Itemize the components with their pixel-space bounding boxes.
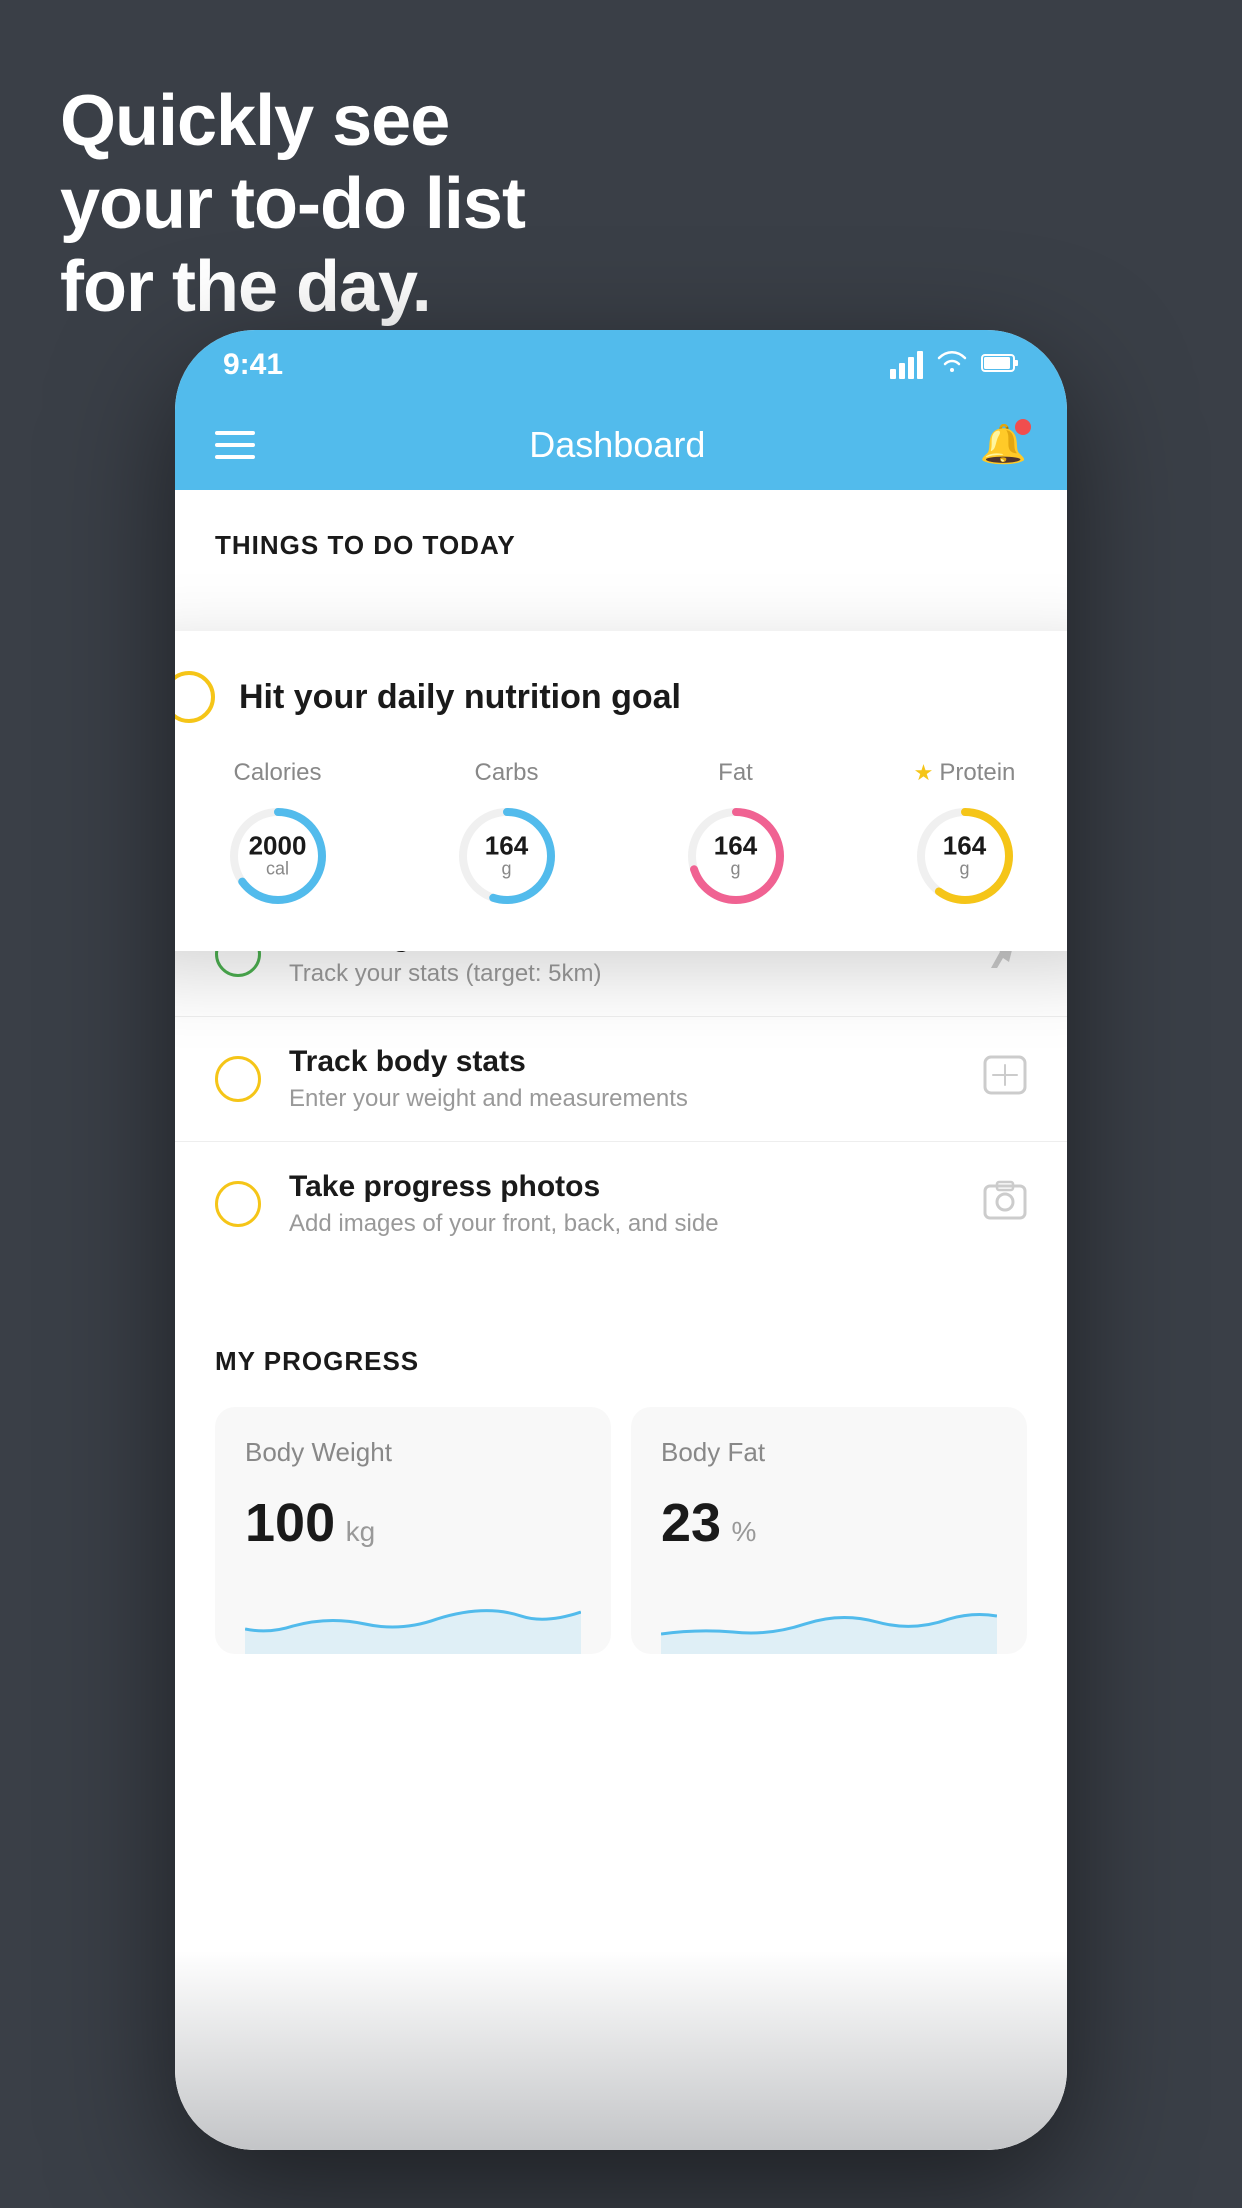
progress-photos-subtitle: Add images of your front, back, and side [289, 1210, 955, 1238]
calories-unit: cal [249, 859, 307, 880]
body-weight-value: 100 [245, 1492, 335, 1554]
calories-label: Calories [233, 759, 321, 787]
body-fat-chart [661, 1574, 997, 1654]
carbs-ring: Carbs 164 g [452, 759, 562, 911]
progress-photos-title: Take progress photos [289, 1170, 955, 1204]
phone-frame: 9:41 [175, 330, 1067, 2150]
hero-line3: for the day. [60, 246, 525, 329]
hero-line1: Quickly see [60, 80, 525, 163]
body-weight-card[interactable]: Body Weight 100 kg [215, 1407, 611, 1654]
battery-icon [981, 348, 1019, 382]
body-fat-card-title: Body Fat [661, 1437, 997, 1468]
fat-label: Fat [718, 759, 753, 787]
app-header: Dashboard 🔔 [175, 400, 1067, 490]
fat-ring-wrapper: 164 g [681, 801, 791, 911]
calories-value: 2000 [249, 833, 307, 859]
body-stats-info: Track body stats Enter your weight and m… [289, 1045, 955, 1113]
hero-text: Quickly see your to-do list for the day. [60, 80, 525, 328]
nutrition-rings: Calories 2000 cal [175, 759, 1067, 911]
content-area: THINGS TO DO TODAY Hit your daily nutrit… [175, 490, 1067, 2150]
progress-section-title: MY PROGRESS [215, 1346, 1027, 1377]
status-bar: 9:41 [175, 330, 1067, 400]
status-icons [890, 348, 1019, 382]
body-fat-value: 23 [661, 1492, 721, 1554]
protein-value: 164 [943, 833, 986, 859]
notification-dot [1015, 419, 1031, 435]
fat-value: 164 [714, 833, 757, 859]
calories-ring: Calories 2000 cal [223, 759, 333, 911]
progress-photos-checkbox[interactable] [215, 1181, 261, 1227]
body-weight-chart [245, 1574, 581, 1654]
todo-item-progress-photos[interactable]: Take progress photos Add images of your … [175, 1141, 1067, 1266]
body-weight-card-title: Body Weight [245, 1437, 581, 1468]
fat-ring: Fat 164 g [681, 759, 791, 911]
nutrition-card: Hit your daily nutrition goal Calories [175, 631, 1067, 951]
menu-button[interactable] [215, 431, 255, 459]
carbs-ring-wrapper: 164 g [452, 801, 562, 911]
wifi-icon [937, 350, 967, 381]
section-title: THINGS TO DO TODAY [175, 490, 1067, 581]
calories-ring-wrapper: 2000 cal [223, 801, 333, 911]
protein-ring-wrapper: 164 g [910, 801, 1020, 911]
body-stats-checkbox[interactable] [215, 1056, 261, 1102]
carbs-value-wrapper: 164 g [485, 833, 528, 880]
hero-line2: your to-do list [60, 163, 525, 246]
status-time: 9:41 [223, 348, 283, 382]
header-title: Dashboard [529, 424, 705, 466]
protein-label: ★ Protein [914, 759, 1016, 787]
progress-cards: Body Weight 100 kg [215, 1407, 1027, 1654]
todo-item-body-stats[interactable]: Track body stats Enter your weight and m… [175, 1016, 1067, 1141]
scale-icon [983, 1055, 1027, 1104]
body-fat-value-row: 23 % [661, 1492, 997, 1554]
body-fat-card[interactable]: Body Fat 23 % [631, 1407, 1027, 1654]
carbs-unit: g [485, 859, 528, 880]
protein-unit: g [943, 859, 986, 880]
body-stats-subtitle: Enter your weight and measurements [289, 1085, 955, 1113]
fat-unit: g [714, 859, 757, 880]
body-weight-value-row: 100 kg [245, 1492, 581, 1554]
card-header: Hit your daily nutrition goal [175, 671, 1067, 723]
star-icon: ★ [914, 760, 934, 786]
body-weight-unit: kg [346, 1516, 376, 1547]
running-subtitle: Track your stats (target: 5km) [289, 960, 955, 988]
carbs-label: Carbs [474, 759, 538, 787]
progress-photos-info: Take progress photos Add images of your … [289, 1170, 955, 1238]
protein-value-wrapper: 164 g [943, 833, 986, 880]
nutrition-card-title: Hit your daily nutrition goal [239, 678, 681, 717]
phone-mockup: 9:41 [175, 330, 1067, 2150]
photo-icon [983, 1180, 1027, 1229]
body-fat-unit: % [732, 1516, 757, 1547]
calories-value-wrapper: 2000 cal [249, 833, 307, 880]
carbs-value: 164 [485, 833, 528, 859]
signal-bars-icon [890, 351, 923, 379]
progress-section: MY PROGRESS Body Weight 100 kg [175, 1286, 1067, 1694]
protein-ring: ★ Protein 164 g [910, 759, 1020, 911]
notification-button[interactable]: 🔔 [980, 423, 1027, 467]
fat-value-wrapper: 164 g [714, 833, 757, 880]
body-stats-title: Track body stats [289, 1045, 955, 1079]
nutrition-checkbox[interactable] [175, 671, 215, 723]
